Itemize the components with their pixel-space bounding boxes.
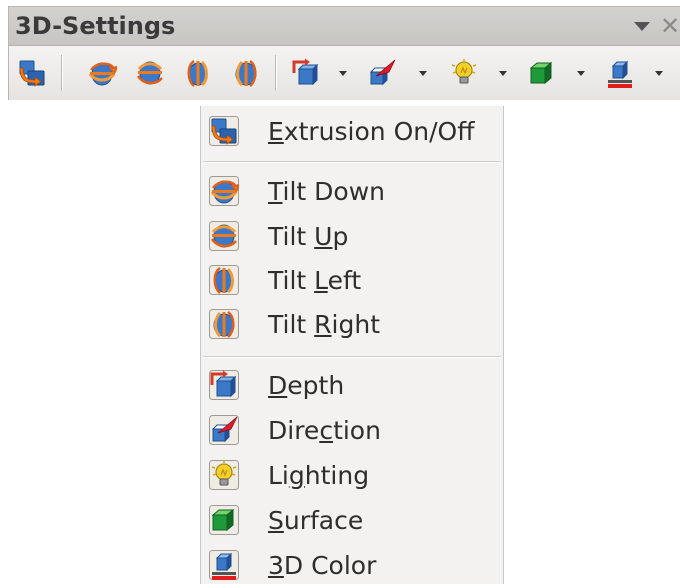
tilt-right-icon <box>231 58 261 88</box>
3d-color-dropdown-arrow-icon[interactable] <box>655 71 663 76</box>
menu-separator <box>203 356 501 358</box>
menu-item-label: 3D Color <box>268 551 377 580</box>
menu-item-direction[interactable]: Direction <box>201 409 503 453</box>
tilt-left-icon <box>209 265 239 295</box>
surface-button[interactable] <box>527 58 557 88</box>
depth-icon <box>209 370 239 400</box>
depth-button[interactable] <box>291 58 321 88</box>
surface-dropdown-arrow-icon[interactable] <box>577 71 585 76</box>
menu-separator <box>203 161 501 163</box>
toolbar-buttons-row <box>9 46 680 100</box>
3d-settings-toolbar: 3D-Settings ✕ <box>8 6 680 100</box>
extrusion-icon <box>209 116 239 146</box>
menu-item-extrusion[interactable]: Extrusion On/Off <box>201 110 503 154</box>
tilt-up-icon <box>135 58 165 88</box>
menu-item-tilt-right[interactable]: Tilt Right <box>201 303 503 347</box>
tilt-down-button[interactable] <box>87 58 117 88</box>
tilt-right-icon <box>209 309 239 339</box>
tilt-left-icon <box>183 58 213 88</box>
menu-item-depth[interactable]: Depth <box>201 364 503 408</box>
toolbar-separator <box>61 55 63 91</box>
lighting-icon <box>449 58 479 88</box>
toolbar-options-dropdown-icon[interactable] <box>634 21 650 31</box>
close-icon[interactable]: ✕ <box>660 14 680 38</box>
menu-item-label: Direction <box>268 416 381 445</box>
menu-item-label: Tilt Right <box>268 310 380 339</box>
menu-item-tilt-down[interactable]: Tilt Down <box>201 170 503 214</box>
depth-icon <box>291 58 321 88</box>
surface-icon <box>527 58 557 88</box>
extrusion-icon <box>17 58 47 88</box>
tilt-up-icon <box>209 221 239 251</box>
menu-item-tilt-left[interactable]: Tilt Left <box>201 259 503 303</box>
menu-item-label: Tilt Left <box>268 266 362 295</box>
extrusion-button[interactable] <box>17 58 47 88</box>
toolbar-options-menu: Extrusion On/Off Tilt Down Tilt Up Tilt … <box>200 106 504 584</box>
menu-item-surface[interactable]: Surface <box>201 499 503 543</box>
3d-color-button[interactable] <box>605 58 635 88</box>
3d-color-icon <box>605 58 635 88</box>
tilt-down-icon <box>87 58 117 88</box>
menu-item-tilt-up[interactable]: Tilt Up <box>201 215 503 259</box>
menu-item-3d-color[interactable]: 3D Color <box>201 544 503 588</box>
menu-item-label: Depth <box>268 371 345 400</box>
depth-dropdown-arrow-icon[interactable] <box>339 71 347 76</box>
tilt-up-button[interactable] <box>135 58 165 88</box>
tilt-down-icon <box>209 176 239 206</box>
3d-color-icon <box>209 550 239 580</box>
tilt-right-button[interactable] <box>231 58 261 88</box>
menu-item-lighting[interactable]: Lighting <box>201 454 503 498</box>
menu-item-label: Tilt Up <box>268 222 349 251</box>
toolbar-titlebar[interactable]: 3D-Settings ✕ <box>9 7 680 46</box>
direction-icon <box>367 58 397 88</box>
menu-item-label: Tilt Down <box>268 177 385 206</box>
direction-dropdown-arrow-icon[interactable] <box>419 71 427 76</box>
direction-icon <box>209 415 239 445</box>
lighting-icon <box>209 460 239 490</box>
toolbar-title: 3D-Settings <box>15 12 176 40</box>
menu-item-label: Extrusion On/Off <box>268 117 475 146</box>
menu-item-label: Lighting <box>268 461 370 490</box>
lighting-button[interactable] <box>449 58 479 88</box>
lighting-dropdown-arrow-icon[interactable] <box>499 71 507 76</box>
toolbar-separator <box>275 55 277 91</box>
tilt-left-button[interactable] <box>183 58 213 88</box>
direction-button[interactable] <box>367 58 397 88</box>
surface-icon <box>209 505 239 535</box>
menu-item-label: Surface <box>268 506 364 535</box>
